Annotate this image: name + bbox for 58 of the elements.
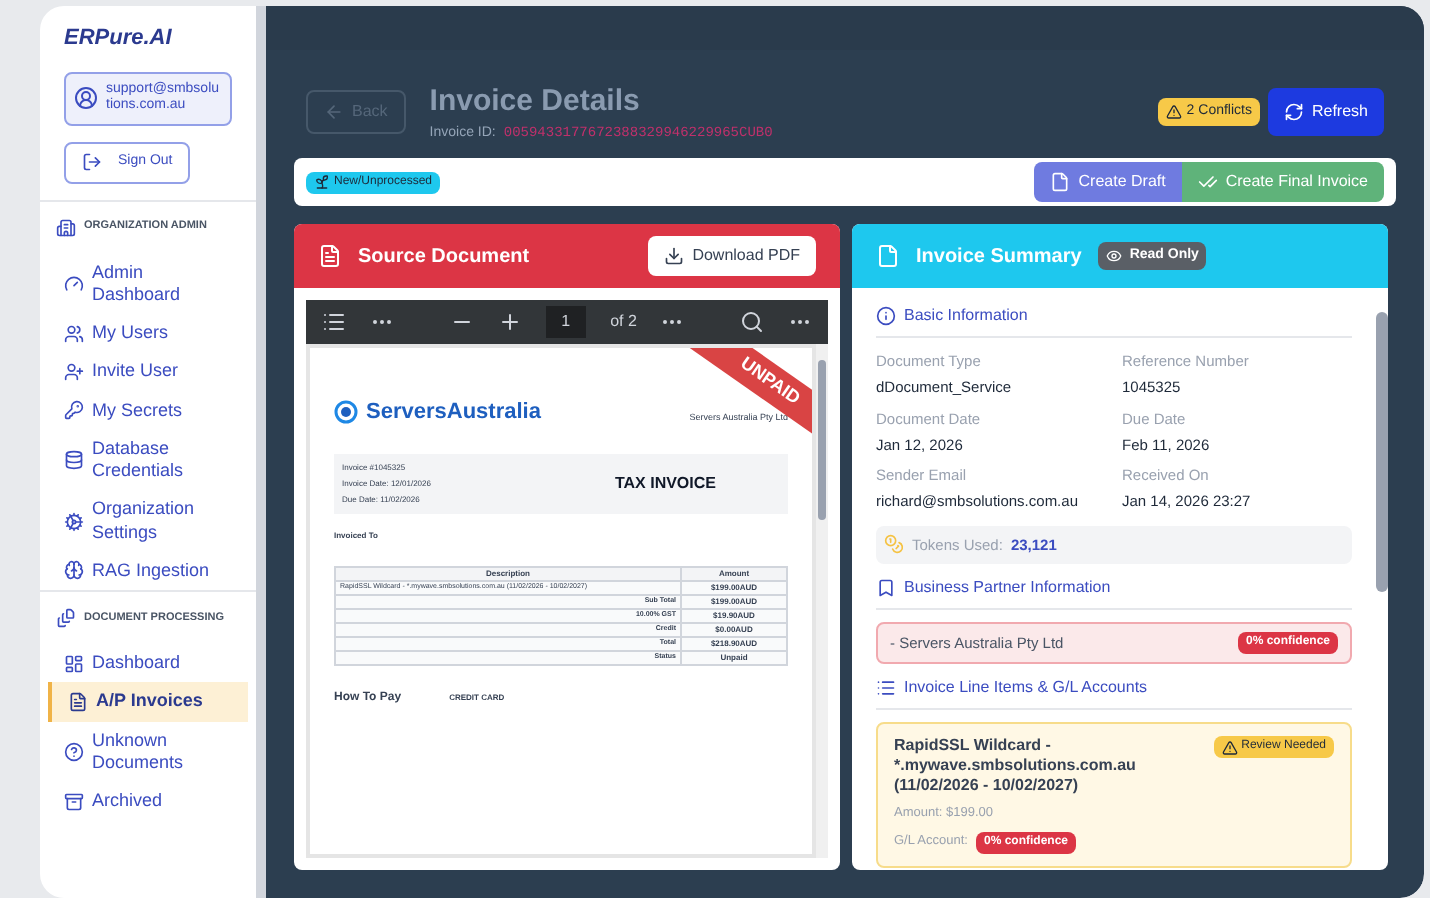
sprout-icon <box>314 174 330 190</box>
coins-icon <box>884 534 904 555</box>
key-icon <box>64 400 84 421</box>
brand-name: ServersAustralia <box>366 398 541 428</box>
sidebar-item[interactable]: Archived <box>48 782 248 821</box>
refresh-icon <box>1283 102 1304 122</box>
download-icon <box>664 246 685 266</box>
create-draft-button[interactable]: Create Draft <box>1034 162 1182 202</box>
warning-icon <box>1221 739 1238 755</box>
user-icon <box>74 86 98 111</box>
panel-title: Source Document <box>358 243 530 271</box>
document-icon <box>876 244 900 268</box>
sidebar-item[interactable]: My Secrets <box>48 391 248 430</box>
eye-icon <box>1105 248 1122 264</box>
sidebar-item[interactable]: Dashboard <box>48 644 248 683</box>
line-item-title: RapidSSL Wildcard - *.mywave.smbsolutions.com.au (11/02/2026 - 10/02/2027) <box>894 736 1138 796</box>
bookmark-icon <box>876 577 896 598</box>
document-icon <box>318 244 342 268</box>
sidebar-item[interactable]: Invite User <box>48 352 248 391</box>
sidebar-item[interactable]: Organization Settings <box>48 490 248 552</box>
sidebar-item[interactable]: A/P Invoices <box>48 682 248 721</box>
sidebar-item[interactable]: RAG Ingestion <box>48 551 248 590</box>
search-icon[interactable] <box>740 310 765 334</box>
gears-icon <box>64 511 84 531</box>
brain-icon <box>64 560 84 581</box>
section-heading: Basic Information <box>904 304 1028 328</box>
help-icon <box>64 741 84 762</box>
logo: ERPure.AI <box>64 24 174 54</box>
archive-icon <box>64 791 84 812</box>
sidebar-item[interactable]: Unknown Documents <box>48 721 248 782</box>
user-plus-icon <box>64 361 84 382</box>
sidebar-item[interactable]: Database Credentials <box>48 429 248 491</box>
document-icon <box>68 691 88 712</box>
users-icon <box>64 323 84 344</box>
panel-title: Invoice Summary <box>916 243 1082 271</box>
double-check-icon <box>1197 172 1218 192</box>
document-icon <box>1050 172 1071 192</box>
document-heading: TAX INVOICE <box>614 471 716 495</box>
scrollbar[interactable] <box>816 344 828 858</box>
page-title: Invoice Details <box>429 81 642 121</box>
refresh-button[interactable]: Refresh <box>1267 88 1384 136</box>
page-number-field[interactable]: 1 <box>545 306 587 338</box>
sidebar-item[interactable]: My Users <box>48 314 248 353</box>
warning-icon <box>1166 104 1183 120</box>
brand-logo-icon <box>334 400 358 425</box>
dashboard-icon <box>64 653 84 674</box>
database-icon <box>64 450 84 470</box>
sign-out-icon <box>82 152 102 173</box>
sidebar-item[interactable]: Admin Dashboard <box>48 253 248 314</box>
back-arrow-icon <box>324 102 344 122</box>
list-icon <box>876 678 896 698</box>
page-count: of 2 <box>610 310 637 334</box>
gauge-icon <box>64 273 84 294</box>
section-heading: Invoice Line Items & G/L Accounts <box>904 676 1148 700</box>
zoom-in-icon[interactable] <box>497 310 522 334</box>
section-heading: Business Partner Information <box>904 575 1111 600</box>
info-icon <box>876 306 896 326</box>
download-pdf-button[interactable]: Download PDF <box>648 236 816 276</box>
